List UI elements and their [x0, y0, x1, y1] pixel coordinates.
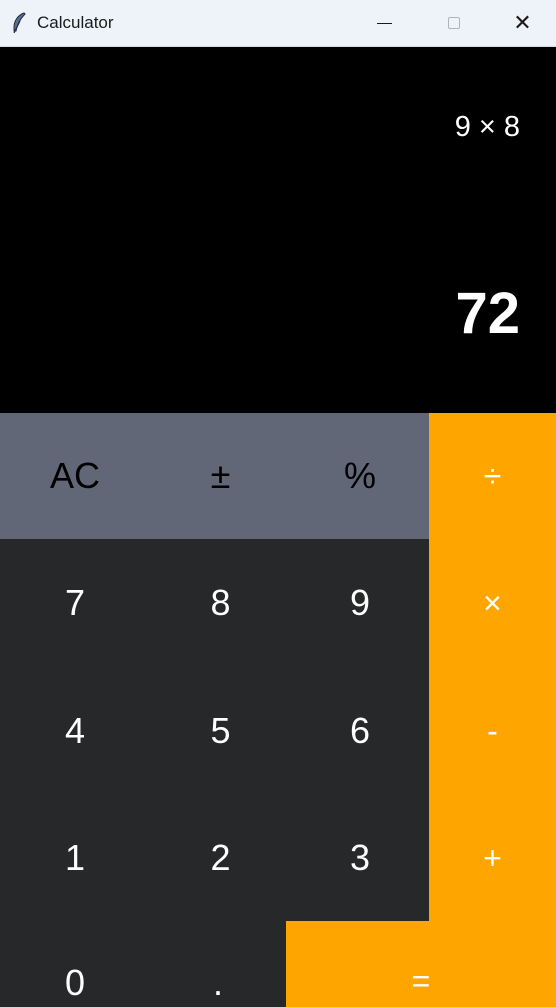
close-button[interactable]: ✕: [489, 0, 556, 46]
digit-3-button[interactable]: 3: [291, 794, 429, 921]
digit-7-button[interactable]: 7: [0, 539, 150, 667]
close-icon: ✕: [513, 10, 532, 35]
decimal-button[interactable]: .: [150, 921, 286, 1007]
equals-button[interactable]: =: [286, 921, 556, 1007]
minus-button[interactable]: -: [429, 667, 556, 794]
percent-button[interactable]: %: [291, 413, 429, 539]
digit-5-button[interactable]: 5: [150, 667, 291, 794]
title-bar[interactable]: Calculator ✕: [0, 0, 556, 47]
calculator-display: 9 × 8 72: [0, 47, 556, 413]
digit-0-button[interactable]: 0: [0, 921, 150, 1007]
digit-4-button[interactable]: 4: [0, 667, 150, 794]
window-title: Calculator: [37, 13, 114, 32]
digit-1-button[interactable]: 1: [0, 794, 150, 921]
multiply-button[interactable]: ×: [429, 539, 556, 667]
digit-6-button[interactable]: 6: [291, 667, 429, 794]
digit-9-button[interactable]: 9: [291, 539, 429, 667]
expression-display: 9 × 8: [454, 111, 520, 143]
plus-minus-button[interactable]: ±: [150, 413, 291, 539]
feather-icon: [11, 12, 27, 34]
digit-2-button[interactable]: 2: [150, 794, 291, 921]
plus-button[interactable]: +: [429, 794, 556, 921]
minimize-icon: [376, 22, 392, 24]
divide-button[interactable]: ÷: [429, 413, 556, 539]
minimize-button[interactable]: [349, 0, 419, 46]
digit-8-button[interactable]: 8: [150, 539, 291, 667]
maximize-icon: [448, 17, 460, 29]
calculator-window: Calculator ✕ 9 × 8 72 AC ± % ÷ 7 8 9 × 4…: [0, 0, 556, 1007]
all-clear-button[interactable]: AC: [0, 413, 150, 539]
maximize-button[interactable]: [419, 0, 489, 46]
result-display: 72: [455, 281, 520, 346]
